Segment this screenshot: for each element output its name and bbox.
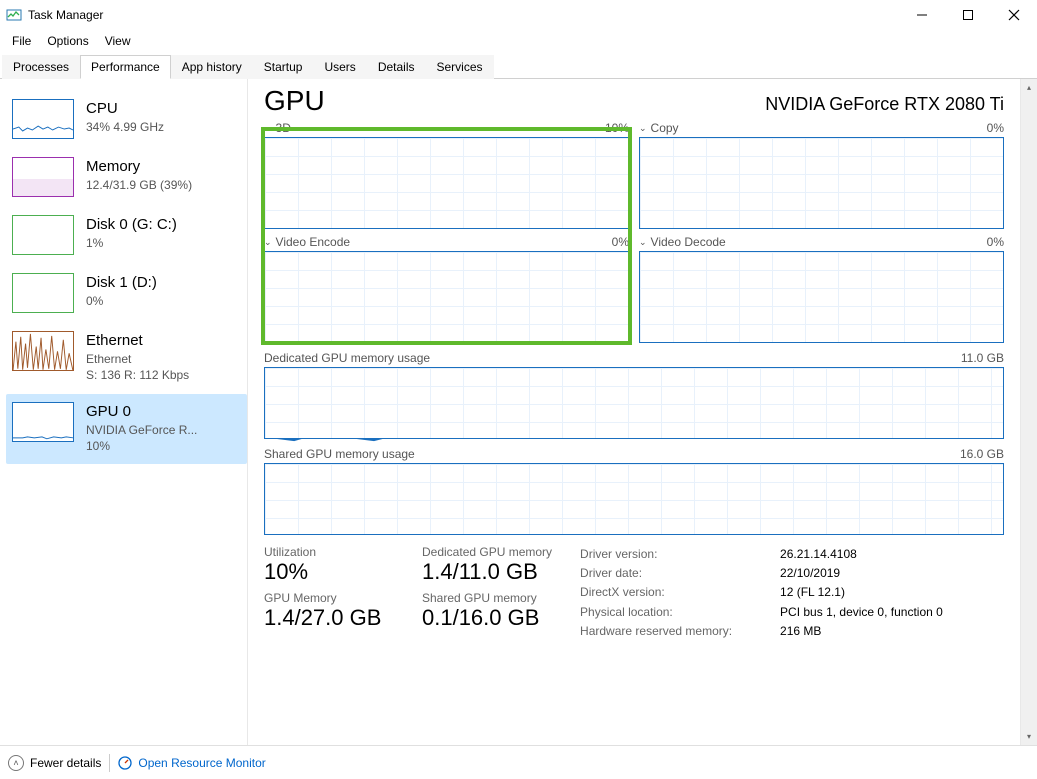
tab-details[interactable]: Details [367, 55, 426, 79]
chart-copy-box [639, 137, 1004, 229]
disk1-thumb [12, 273, 74, 313]
main-pane: GPU NVIDIA GeForce RTX 2080 Ti ⌄ 3D 10% [248, 79, 1037, 745]
close-button[interactable] [991, 0, 1037, 30]
resource-monitor-icon [118, 756, 132, 770]
engine-charts: ⌄ 3D 10% ⌄ Copy [264, 119, 1004, 343]
fewer-details-label: Fewer details [30, 756, 101, 770]
open-resource-monitor-link[interactable]: Open Resource Monitor [118, 756, 265, 770]
sidebar-disk0-sub: 1% [86, 235, 177, 251]
sidebar-eth-sub1: Ethernet [86, 351, 189, 367]
cpu-thumb [12, 99, 74, 139]
tab-processes[interactable]: Processes [2, 55, 80, 79]
gpu-device-name: NVIDIA GeForce RTX 2080 Ti [765, 94, 1004, 115]
chart-copy-label: Copy [651, 121, 679, 135]
sidebar-item-gpu0[interactable]: GPU 0 NVIDIA GeForce R... 10% [6, 394, 247, 465]
ethernet-thumb [12, 331, 74, 371]
scroll-down-icon[interactable]: ▾ [1021, 728, 1037, 745]
sidebar-disk1-sub: 0% [86, 293, 157, 309]
chart-3d[interactable]: ⌄ 3D 10% [264, 119, 629, 229]
maximize-button[interactable] [945, 0, 991, 30]
footer-divider [109, 754, 110, 772]
sidebar-cpu-title: CPU [86, 99, 164, 119]
tab-app-history[interactable]: App history [171, 55, 253, 79]
chevron-down-icon: ⌄ [264, 123, 272, 134]
scroll-up-icon[interactable]: ▴ [1021, 79, 1037, 96]
tab-performance[interactable]: Performance [80, 55, 171, 79]
task-manager-icon [6, 7, 22, 23]
sidebar-memory-sub: 12.4/31.9 GB (39%) [86, 177, 192, 193]
tab-services[interactable]: Services [426, 55, 494, 79]
sidebar-item-memory[interactable]: Memory 12.4/31.9 GB (39%) [6, 149, 247, 207]
sidebar-gpu0-title: GPU 0 [86, 402, 197, 422]
tab-users[interactable]: Users [313, 55, 366, 79]
chart-copy[interactable]: ⌄ Copy 0% [639, 119, 1004, 229]
sidebar-cpu-sub: 34% 4.99 GHz [86, 119, 164, 135]
footer: ˄ Fewer details Open Resource Monitor [0, 745, 1037, 779]
window-controls [899, 0, 1037, 30]
chevron-up-icon: ˄ [8, 755, 24, 771]
sidebar-disk1-title: Disk 1 (D:) [86, 273, 157, 293]
tab-startup[interactable]: Startup [253, 55, 314, 79]
chart-3d-box [264, 137, 629, 229]
tabstrip: Processes Performance App history Startu… [0, 54, 1037, 79]
chart-3d-pct: 10% [605, 121, 629, 135]
menu-file[interactable]: File [4, 32, 39, 50]
chart-3d-label: 3D [276, 121, 291, 135]
open-resource-monitor-label: Open Resource Monitor [138, 756, 265, 770]
sidebar-item-cpu[interactable]: CPU 34% 4.99 GHz [6, 91, 247, 149]
minimize-button[interactable] [899, 0, 945, 30]
gpu0-thumb [12, 402, 74, 442]
menubar: File Options View [0, 30, 1037, 54]
disk0-thumb [12, 215, 74, 255]
chart-vdec-label: Video Decode [651, 235, 726, 249]
chart-video-decode[interactable]: ⌄ Video Decode 0% [639, 233, 1004, 343]
chevron-down-icon: ⌄ [639, 123, 647, 134]
chart-venc-box [264, 251, 629, 343]
window-title: Task Manager [28, 8, 103, 22]
sidebar-disk0-title: Disk 0 (G: C:) [86, 215, 177, 235]
chart-copy-pct: 0% [987, 121, 1004, 135]
sidebar-item-disk0[interactable]: Disk 0 (G: C:) 1% [6, 207, 247, 265]
dedicated-mem-box [264, 367, 1004, 439]
chevron-down-icon: ⌄ [639, 237, 647, 248]
memory-thumb [12, 157, 74, 197]
chart-vdec-box [639, 251, 1004, 343]
menu-view[interactable]: View [97, 32, 139, 50]
sidebar-gpu0-sub1: NVIDIA GeForce R... [86, 422, 197, 438]
sidebar-eth-sub2: S: 136 R: 112 Kbps [86, 367, 189, 383]
sidebar-memory-title: Memory [86, 157, 192, 177]
body: CPU 34% 4.99 GHz Memory 12.4/31.9 GB (39… [0, 79, 1037, 745]
sidebar: CPU 34% 4.99 GHz Memory 12.4/31.9 GB (39… [0, 79, 248, 745]
sidebar-gpu0-sub2: 10% [86, 438, 197, 454]
shared-mem-box [264, 463, 1004, 535]
dedicated-mem-max: 11.0 GB [961, 351, 1004, 365]
fewer-details-button[interactable]: ˄ Fewer details [8, 755, 101, 771]
page-title: GPU [264, 85, 325, 117]
titlebar: Task Manager [0, 0, 1037, 30]
sidebar-eth-title: Ethernet [86, 331, 189, 351]
sidebar-item-disk1[interactable]: Disk 1 (D:) 0% [6, 265, 247, 323]
menu-options[interactable]: Options [39, 32, 96, 50]
chart-vdec-pct: 0% [987, 235, 1004, 249]
vertical-scrollbar[interactable]: ▴ ▾ [1020, 79, 1037, 745]
sidebar-item-ethernet[interactable]: Ethernet Ethernet S: 136 R: 112 Kbps [6, 323, 247, 394]
